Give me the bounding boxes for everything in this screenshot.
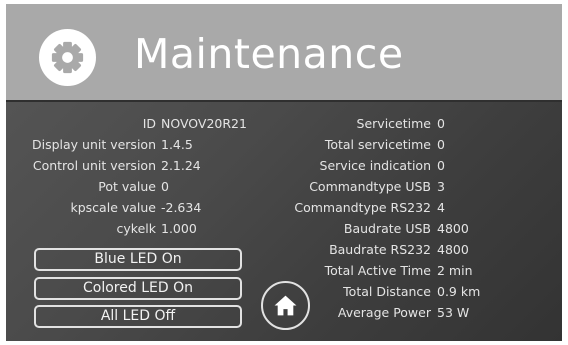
- field-total-servicetime: Total servicetime 0: [6, 137, 562, 157]
- field-value: 4: [437, 200, 445, 215]
- field-label: Servicetime: [356, 116, 431, 131]
- field-commandtype-usb: Commandtype USB 3: [6, 179, 562, 199]
- field-label: Commandtype USB: [309, 179, 431, 194]
- field-value: 4800: [437, 221, 469, 236]
- field-value: 0: [437, 158, 445, 173]
- settings-button[interactable]: [39, 29, 96, 86]
- field-value: 0: [437, 137, 445, 152]
- field-value: 2 min: [437, 263, 473, 278]
- field-label: Baudrate RS232: [329, 242, 431, 257]
- field-baudrate-usb: Baudrate USB 4800: [6, 221, 562, 241]
- field-value: 0.9 km: [437, 284, 481, 299]
- page-title: Maintenance: [134, 30, 404, 78]
- field-label: Commandtype RS232: [294, 200, 431, 215]
- field-commandtype-rs232: Commandtype RS232 4: [6, 200, 562, 220]
- field-label: Service indication: [319, 158, 431, 173]
- field-value: 3: [437, 179, 445, 194]
- colored-led-on-button[interactable]: Colored LED On: [34, 277, 242, 300]
- field-label: Total Active Time: [324, 263, 431, 278]
- field-label: Baudrate USB: [343, 221, 431, 236]
- home-icon: [274, 295, 297, 316]
- field-label: Average Power: [337, 305, 431, 320]
- field-servicetime: Servicetime 0: [6, 116, 562, 136]
- field-label: Total servicetime: [324, 137, 431, 152]
- gear-icon: [51, 41, 84, 74]
- maintenance-screen: Maintenance ID NOVOV20R21 Display unit v…: [6, 4, 562, 341]
- blue-led-on-button[interactable]: Blue LED On: [34, 248, 242, 271]
- field-value: 53 W: [437, 305, 470, 320]
- all-led-off-button[interactable]: All LED Off: [34, 305, 242, 328]
- field-label: Total Distance: [343, 284, 431, 299]
- field-service-indication: Service indication 0: [6, 158, 562, 178]
- field-value: 0: [437, 116, 445, 131]
- field-value: 4800: [437, 242, 469, 257]
- header-bar: Maintenance: [6, 4, 562, 102]
- home-button[interactable]: [261, 281, 310, 330]
